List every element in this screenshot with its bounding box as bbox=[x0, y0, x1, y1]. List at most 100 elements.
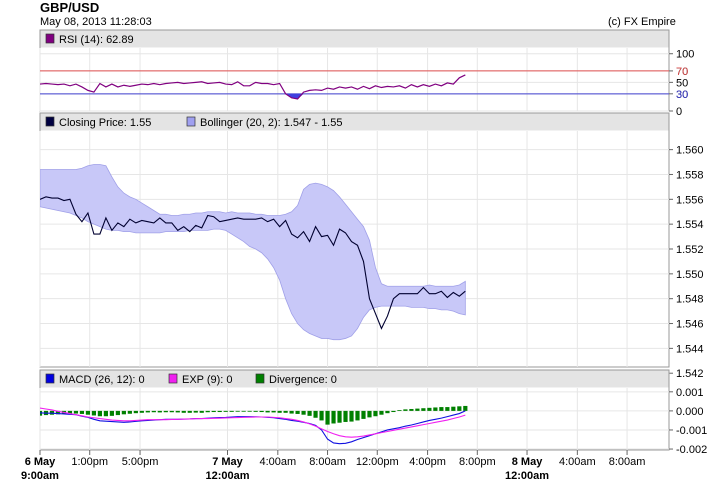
time-sublabel-9: 12:00am bbox=[505, 470, 549, 482]
time-sublabel-3: 12:00am bbox=[205, 470, 249, 482]
divergence-bar-6 bbox=[73, 410, 79, 414]
divergence-bar-50 bbox=[337, 410, 342, 423]
time-label-5: 8:00am bbox=[309, 456, 346, 468]
divergence-bar-19 bbox=[151, 410, 156, 413]
divergence-bar-31 bbox=[223, 410, 228, 412]
divergence-bar-23 bbox=[175, 410, 180, 413]
macd-panel: 0.001 0.000 -0.001 -0.002 MACD (26, 12): 0 EX… bbox=[39, 369, 707, 456]
divergence-bar-58 bbox=[385, 410, 390, 414]
divergence-bar-33 bbox=[235, 410, 240, 412]
divergence-bar-70 bbox=[457, 406, 462, 411]
price-ytick-label-8: 1.544 bbox=[676, 343, 704, 355]
price-legend-label-0: Closing Price: 1.55 bbox=[59, 117, 151, 129]
divergence-bar-45 bbox=[307, 410, 312, 416]
macd-legend-label-2: Divergence: 0 bbox=[269, 374, 337, 386]
time-sublabel-0: 9:00am bbox=[21, 470, 59, 482]
divergence-bar-59 bbox=[391, 410, 396, 413]
divergence-bar-16 bbox=[133, 410, 138, 414]
divergence-bar-48 bbox=[325, 410, 330, 425]
time-axis: 6 May 9:00am 1:00pm 5:00pm 7 May 12:00am 4:00a… bbox=[21, 450, 645, 482]
time-label-0: 6 May bbox=[25, 456, 56, 468]
rsi-ytick-label-4: 0 bbox=[676, 106, 682, 118]
divergence-bar-62 bbox=[409, 408, 414, 411]
divergence-bar-24 bbox=[181, 410, 186, 413]
divergence-bar-40 bbox=[277, 410, 282, 413]
rsi-ytick-label-0: 100 bbox=[676, 49, 694, 61]
time-label-1: 1:00pm bbox=[71, 456, 108, 468]
divergence-bar-21 bbox=[163, 410, 168, 413]
time-label-9: 8 May bbox=[512, 456, 543, 468]
divergence-bar-43 bbox=[295, 410, 300, 414]
divergence-bar-36 bbox=[253, 410, 258, 412]
price-legend-swatch-1 bbox=[186, 116, 196, 127]
price-ytick-label-9: 1.542 bbox=[676, 368, 704, 380]
price-ytick-label-4: 1.552 bbox=[676, 244, 704, 256]
price-ytick-label-3: 1.554 bbox=[676, 219, 704, 231]
macd-legend-swatch-1 bbox=[168, 373, 178, 384]
rsi-legend-label-0: RSI (14): 62.89 bbox=[59, 34, 134, 46]
rsi-ref-label-30: 30 bbox=[676, 89, 688, 101]
divergence-bar-64 bbox=[421, 408, 426, 411]
divergence-bar-60 bbox=[397, 410, 402, 411]
divergence-bar-66 bbox=[433, 407, 438, 411]
time-label-7: 4:00pm bbox=[409, 456, 446, 468]
divergence-bar-52 bbox=[349, 410, 354, 422]
macd-ytick-label-2: -0.001 bbox=[676, 425, 707, 437]
divergence-bar-71 bbox=[463, 405, 468, 411]
rsi-legend-swatch-0 bbox=[45, 33, 55, 44]
price-ytick-label-0: 1.560 bbox=[676, 145, 704, 157]
divergence-bar-69 bbox=[451, 406, 456, 411]
divergence-bar-29 bbox=[211, 410, 216, 413]
divergence-bar-32 bbox=[229, 410, 234, 412]
divergence-bar-18 bbox=[145, 410, 150, 413]
divergence-bar-49 bbox=[331, 410, 336, 424]
divergence-bar-22 bbox=[169, 410, 174, 413]
rsi-ytick-label-2: 50 bbox=[676, 77, 688, 89]
divergence-bar-12 bbox=[109, 410, 114, 416]
divergence-bar-14 bbox=[121, 410, 126, 415]
divergence-bar-20 bbox=[157, 410, 162, 413]
divergence-bar-9 bbox=[91, 410, 97, 416]
divergence-bar-38 bbox=[265, 410, 270, 413]
divergence-bar-42 bbox=[289, 410, 294, 414]
rsi-legend-strip bbox=[40, 30, 669, 48]
divergence-bar-54 bbox=[361, 410, 366, 419]
divergence-bar-8 bbox=[85, 410, 91, 415]
divergence-bar-39 bbox=[271, 410, 276, 413]
price-ytick-label-1: 1.558 bbox=[676, 169, 704, 181]
price-ytick-label-7: 1.546 bbox=[676, 319, 704, 331]
rsi-ref-label-70: 70 bbox=[676, 66, 688, 78]
macd-legend-swatch-0 bbox=[45, 373, 55, 384]
divergence-bar-15 bbox=[127, 410, 132, 414]
forex-chart: 1007050300RSI (14): 62.8970301.5601.5581… bbox=[21, 29, 707, 482]
divergence-bar-34 bbox=[241, 410, 246, 412]
divergence-bar-30 bbox=[217, 410, 222, 413]
price-legend-label-1: Bollinger (20, 2): 1.547 - 1.55 bbox=[200, 117, 342, 129]
time-label-8: 8:00pm bbox=[459, 456, 496, 468]
divergence-bar-67 bbox=[439, 407, 444, 411]
divergence-bar-53 bbox=[355, 410, 360, 421]
divergence-bar-28 bbox=[205, 410, 210, 413]
divergence-bar-51 bbox=[343, 410, 348, 422]
divergence-bar-61 bbox=[403, 409, 408, 411]
divergence-bar-27 bbox=[199, 410, 204, 413]
divergence-bar-56 bbox=[373, 410, 378, 417]
divergence-bar-68 bbox=[445, 407, 450, 411]
divergence-bar-11 bbox=[103, 410, 108, 417]
macd-legend-label-1: EXP (9): 0 bbox=[182, 374, 233, 386]
divergence-bar-10 bbox=[97, 410, 103, 417]
time-label-6: 12:00pm bbox=[356, 456, 399, 468]
divergence-bar-35 bbox=[247, 410, 252, 412]
time-label-11: 8:00am bbox=[609, 456, 646, 468]
divergence-bar-13 bbox=[115, 410, 120, 416]
price-legend-swatch-0 bbox=[45, 116, 55, 127]
divergence-bar-57 bbox=[379, 410, 384, 415]
divergence-bar-25 bbox=[187, 410, 192, 413]
time-label-4: 4:00am bbox=[259, 456, 296, 468]
divergence-bar-55 bbox=[367, 410, 372, 418]
time-label-2: 5:00pm bbox=[122, 456, 159, 468]
divergence-bar-44 bbox=[301, 410, 306, 415]
divergence-bar-65 bbox=[427, 407, 432, 411]
divergence-bar-7 bbox=[79, 410, 85, 414]
macd-ytick-label-3: -0.002 bbox=[676, 444, 707, 456]
